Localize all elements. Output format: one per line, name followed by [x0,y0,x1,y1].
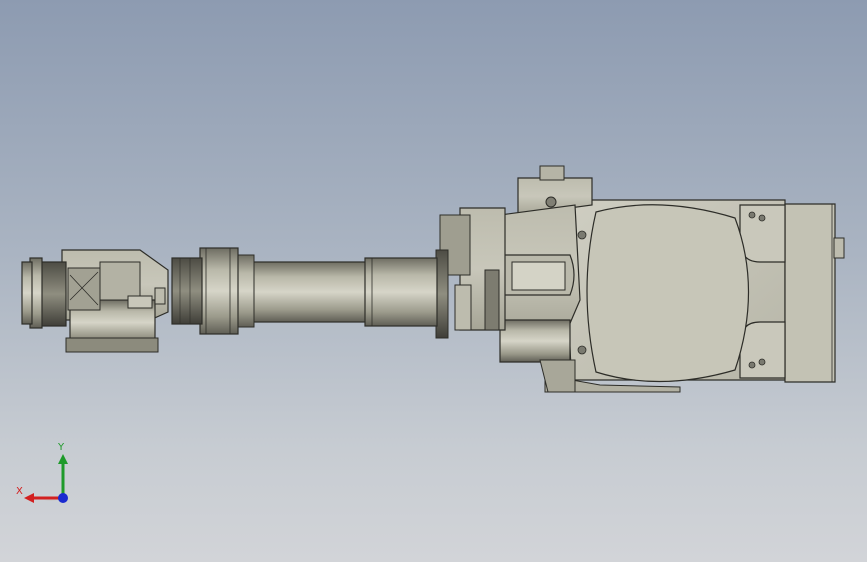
x-axis-arrow [24,493,34,503]
forearm-tube[interactable] [171,247,438,335]
z-axis-dot [58,493,68,503]
wrist-assembly[interactable] [21,249,169,353]
x-axis-label: X [16,486,23,497]
triad-axes-icon [24,454,68,503]
graphics-viewport[interactable]: X Y [0,0,867,562]
shoulder-assembly[interactable] [435,165,593,393]
y-axis-arrow [58,454,68,464]
coordinate-triad: X Y [10,440,80,510]
y-axis-label: Y [58,442,65,453]
base-plate[interactable] [544,199,845,393]
robot-arm-model[interactable] [0,0,867,562]
